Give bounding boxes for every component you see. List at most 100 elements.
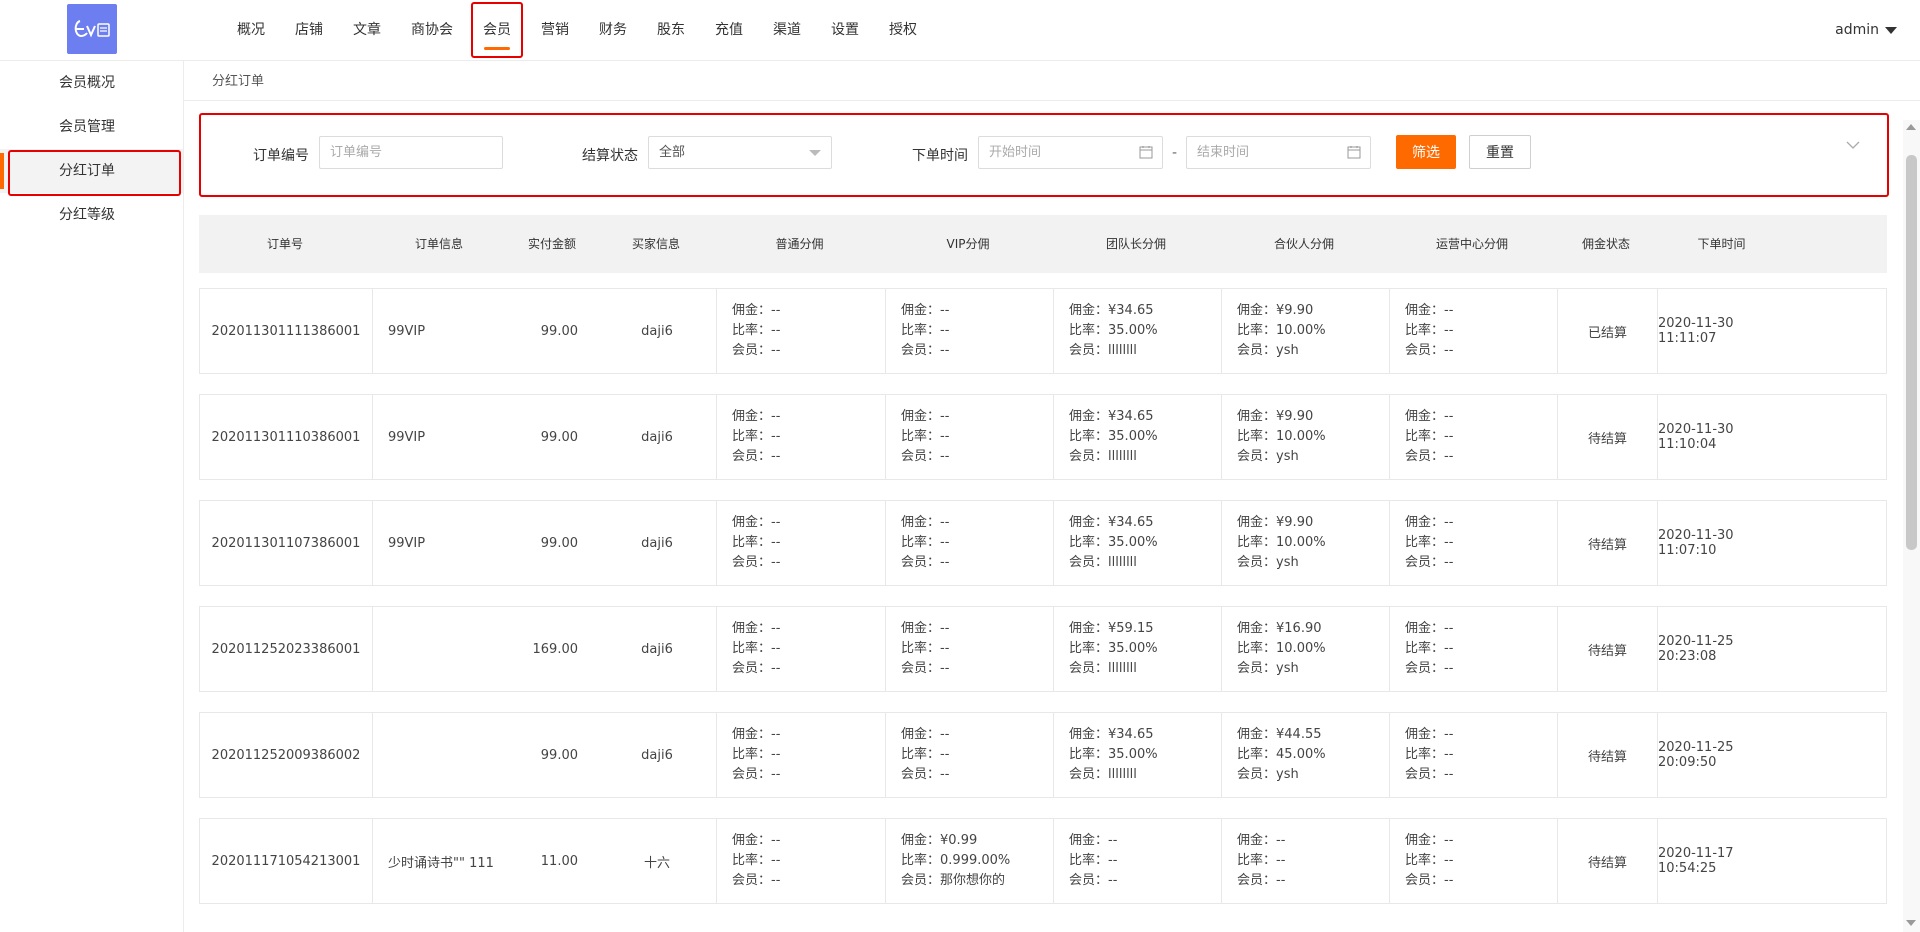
commission-member: 会员：llllllll bbox=[1069, 765, 1137, 785]
partner-commission-cell: 佣金：¥9.90 比率：10.00% 会员：ysh bbox=[1221, 501, 1389, 585]
commission-rate: 比率：-- bbox=[901, 427, 949, 447]
commission-rate-label: 比率： bbox=[1405, 429, 1445, 444]
commission-member-label: 会员： bbox=[1405, 343, 1445, 358]
commission-rate-value: -- bbox=[1444, 429, 1454, 444]
commission-member: 会员：llllllll bbox=[1069, 553, 1137, 573]
order-no-input[interactable] bbox=[319, 136, 503, 169]
partner-commission-cell: 佣金：¥9.90 比率：10.00% 会员：ysh bbox=[1221, 289, 1389, 373]
nav-item-5[interactable]: 营销 bbox=[526, 0, 584, 60]
commission-amount: 佣金：-- bbox=[1405, 407, 1453, 427]
reset-button[interactable]: 重置 bbox=[1469, 135, 1531, 169]
commission-member: 会员：ysh bbox=[1237, 341, 1299, 361]
commission-member-label: 会员： bbox=[901, 661, 941, 676]
commission-member-value: -- bbox=[771, 555, 781, 570]
commission-rate-value: -- bbox=[1444, 747, 1454, 762]
commission-amount: 佣金：-- bbox=[901, 725, 949, 745]
commission-rate: 比率：35.00% bbox=[1069, 533, 1158, 553]
order-no-cell: 202011301110386001 bbox=[211, 429, 361, 445]
sidebar-item-1[interactable]: 会员管理 bbox=[0, 105, 183, 149]
commission-rate-label: 比率： bbox=[1405, 641, 1445, 656]
filter-button[interactable]: 筛选 bbox=[1396, 135, 1456, 169]
nav-item-label: 商协会 bbox=[411, 22, 453, 38]
commission-member: 会员：那你想你的 bbox=[901, 871, 1005, 891]
paid-amount-cell: 11.00 bbox=[540, 853, 578, 869]
commission-member-value: ysh bbox=[1276, 767, 1299, 782]
user-menu[interactable]: admin bbox=[1835, 0, 1897, 60]
commission-amount: 佣金：-- bbox=[732, 301, 780, 321]
order-no-label: 订单编号 bbox=[253, 148, 309, 164]
nav-item-1[interactable]: 店铺 bbox=[280, 0, 338, 60]
nav-item-10[interactable]: 设置 bbox=[816, 0, 874, 60]
team-commission-cell: 佣金：¥34.65 比率：35.00% 会员：llllllll bbox=[1053, 713, 1221, 797]
commission-amount: 佣金：-- bbox=[901, 301, 949, 321]
nav-item-4[interactable]: 会员 bbox=[468, 0, 526, 60]
sidebar-item-3[interactable]: 分红等级 bbox=[0, 193, 183, 237]
commission-member: 会员：llllllll bbox=[1069, 659, 1137, 679]
commission-amount: 佣金：-- bbox=[901, 513, 949, 533]
commission-rate: 比率：-- bbox=[1405, 533, 1453, 553]
scroll-down-icon[interactable] bbox=[1906, 920, 1916, 926]
commission-amount-label: 佣金： bbox=[1237, 727, 1277, 742]
start-time-input[interactable]: 开始时间 bbox=[978, 136, 1163, 169]
order-no-cell: 202011301111386001 bbox=[211, 323, 361, 339]
nav-item-6[interactable]: 财务 bbox=[584, 0, 642, 60]
end-time-input[interactable]: 结束时间 bbox=[1186, 136, 1371, 169]
commission-amount-label: 佣金： bbox=[1237, 303, 1277, 318]
commission-status-cell: 待结算 bbox=[1557, 395, 1657, 479]
commission-amount-label: 佣金： bbox=[901, 727, 941, 742]
commission-member: 会员：-- bbox=[901, 447, 949, 467]
nav-item-8[interactable]: 充值 bbox=[700, 0, 758, 60]
commission-amount: 佣金：-- bbox=[732, 725, 780, 745]
commission-member-value: llllllll bbox=[1108, 449, 1137, 464]
buyer-cell: daji6 bbox=[641, 535, 673, 551]
commission-rate-value: 35.00% bbox=[1108, 641, 1158, 656]
nav-item-label: 文章 bbox=[353, 22, 381, 38]
nav-item-11[interactable]: 授权 bbox=[874, 0, 932, 60]
commission-rate: 比率：-- bbox=[901, 639, 949, 659]
commission-member-value: llllllll bbox=[1108, 555, 1137, 570]
table-row: 202011171054213001 少时诵诗书"" 111 11.00 十六 佣金：-… bbox=[199, 818, 1887, 904]
order-time-label: 下单时间 bbox=[912, 148, 968, 164]
column-header: 合伙人分佣 bbox=[1273, 237, 1334, 251]
sidebar-item-2[interactable]: 分红订单 bbox=[0, 149, 183, 196]
commission-rate-label: 比率： bbox=[1405, 853, 1445, 868]
nav-item-label: 会员 bbox=[483, 22, 511, 38]
commission-member-value: -- bbox=[1444, 661, 1454, 676]
commission-rate-value: -- bbox=[771, 429, 781, 444]
scrollbar-thumb[interactable] bbox=[1906, 155, 1917, 550]
ops-commission-cell: 佣金：-- 比率：-- 会员：-- bbox=[1389, 289, 1557, 373]
nav-item-0[interactable]: 概况 bbox=[222, 0, 280, 60]
nav-item-7[interactable]: 股东 bbox=[642, 0, 700, 60]
commission-rate-label: 比率： bbox=[1069, 429, 1109, 444]
normal-commission-cell: 佣金：-- 比率：-- 会员：-- bbox=[716, 289, 885, 373]
nav-item-9[interactable]: 渠道 bbox=[758, 0, 816, 60]
commission-member-value: -- bbox=[771, 661, 781, 676]
sidebar-item-0[interactable]: 会员概况 bbox=[0, 61, 183, 105]
normal-commission-cell: 佣金：-- 比率：-- 会员：-- bbox=[716, 819, 885, 903]
commission-member: 会员：-- bbox=[901, 659, 949, 679]
commission-rate-label: 比率： bbox=[732, 535, 772, 550]
commission-amount-label: 佣金： bbox=[732, 833, 772, 848]
nav-item-2[interactable]: 文章 bbox=[338, 0, 396, 60]
commission-rate-value: -- bbox=[771, 323, 781, 338]
commission-rate-label: 比率： bbox=[901, 641, 941, 656]
commission-rate-value: -- bbox=[1276, 853, 1286, 868]
commission-member-label: 会员： bbox=[901, 767, 941, 782]
buyer-cell: daji6 bbox=[641, 641, 673, 657]
settle-status-value: 全部 bbox=[659, 145, 686, 160]
commission-amount: 佣金：¥34.65 bbox=[1069, 301, 1154, 321]
commission-rate: 比率：-- bbox=[1069, 851, 1117, 871]
scroll-up-icon[interactable] bbox=[1906, 124, 1916, 130]
commission-amount-label: 佣金： bbox=[1069, 727, 1109, 742]
commission-member: 会员：llllllll bbox=[1069, 341, 1137, 361]
commission-member: 会员：-- bbox=[1237, 871, 1285, 891]
commission-amount-label: 佣金： bbox=[732, 303, 772, 318]
commission-member-label: 会员： bbox=[1405, 873, 1445, 888]
chevron-down-icon[interactable] bbox=[1845, 137, 1861, 153]
settle-status-select[interactable]: 全部 bbox=[648, 136, 832, 169]
commission-member-label: 会员： bbox=[732, 767, 772, 782]
brand-logo[interactable] bbox=[67, 4, 117, 54]
nav-item-3[interactable]: 商协会 bbox=[396, 0, 468, 60]
commission-rate-value: 10.00% bbox=[1276, 535, 1326, 550]
vip-commission-cell: 佣金：-- 比率：-- 会员：-- bbox=[885, 395, 1053, 479]
